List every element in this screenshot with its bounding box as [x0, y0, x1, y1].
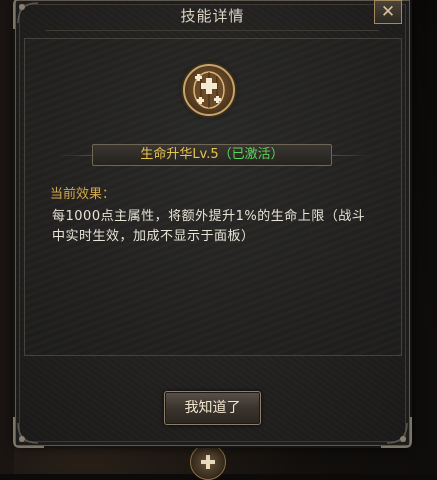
close-icon: ✕ [380, 2, 396, 22]
close-button[interactable]: ✕ [374, 0, 402, 24]
title-divider [46, 30, 379, 31]
plus-icon [201, 455, 215, 469]
skill-name: 生命升华Lv.5 [140, 147, 219, 162]
corner-ornament-icon [13, 417, 44, 448]
background-edge [0, 0, 14, 474]
skill-icon [183, 64, 235, 116]
effect-description: 每1000点主属性，将额外提升1%的生命上限（战斗中实时生效，加成不显示于面板） [52, 209, 366, 244]
corner-ornament-icon [381, 417, 412, 448]
acknowledge-button[interactable]: 我知道了 [164, 391, 261, 425]
dialog-title: 技能详情 [180, 7, 245, 25]
skill-status: （已激活） [218, 147, 284, 162]
effect-label: 当前效果： [50, 187, 116, 202]
background-skill-icon [190, 444, 226, 480]
skill-name-bar: 生命升华Lv.5（已激活） [92, 144, 332, 166]
medical-cross-shield-icon [193, 71, 225, 109]
